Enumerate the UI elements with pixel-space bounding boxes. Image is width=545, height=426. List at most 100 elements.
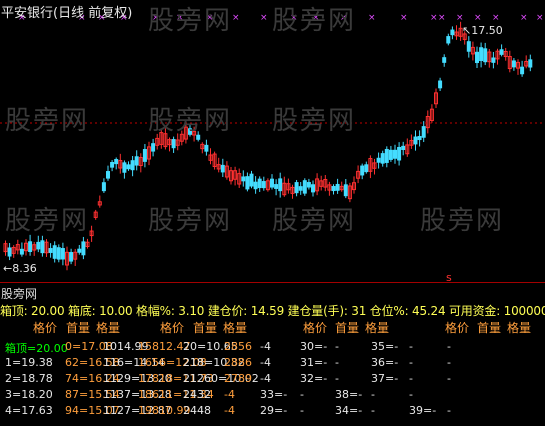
header-col-price-4: 格价 bbox=[445, 321, 470, 335]
table-cell: 30=- bbox=[300, 340, 328, 353]
watermark-9: 股旁网 bbox=[420, 206, 505, 236]
candle-body-63 bbox=[261, 181, 266, 189]
candlestick-chart[interactable]: × × × × × × × × × × × × × × × × × × × × × ↖17.50 ←8.36 s bbox=[0, 0, 545, 284]
cross-marker-14: × bbox=[430, 13, 438, 23]
candle-body-6 bbox=[28, 241, 33, 252]
candle-body-58 bbox=[241, 176, 246, 182]
cross-marker-16: × bbox=[456, 13, 464, 23]
candle-body-65 bbox=[270, 178, 274, 188]
cross-marker-20: × bbox=[536, 13, 544, 23]
header-col-qty-2: 格量 bbox=[223, 321, 248, 335]
table-cell: - bbox=[409, 372, 413, 385]
candle-body-60 bbox=[249, 173, 254, 187]
table-cell: 33=- bbox=[260, 388, 288, 401]
table-cell: 31=- bbox=[300, 356, 328, 369]
table-cell: - bbox=[447, 372, 451, 385]
table-cell: - bbox=[335, 372, 339, 385]
cross-marker-18: × bbox=[492, 13, 500, 23]
cross-marker-7: × bbox=[232, 13, 240, 23]
table-row: 2=18.78 74=16.24 1129=13.20 17818=11.73 2126… bbox=[0, 372, 545, 387]
table-cell: - bbox=[409, 340, 413, 353]
table-cell: -4 bbox=[260, 340, 271, 353]
candle-body-14 bbox=[60, 248, 65, 260]
signal-marker: s bbox=[446, 271, 452, 282]
candle-body-107 bbox=[442, 57, 447, 63]
kline-svg: × × × × × × × × × × × × × × × × × × × × ×↖17.50←8.36s bbox=[0, 13, 545, 284]
table-cell: - bbox=[447, 340, 451, 353]
candle-body-106 bbox=[438, 80, 443, 89]
candle-body-91 bbox=[376, 157, 381, 163]
row-label: 2=18.78 bbox=[5, 372, 53, 385]
candle-body-1 bbox=[7, 247, 12, 257]
candle-body-30 bbox=[126, 164, 131, 170]
watermark-4: 股旁网 bbox=[148, 106, 233, 136]
high-price-label: ↖17.50 bbox=[462, 24, 503, 37]
table-cell: - bbox=[409, 388, 413, 401]
table-row: 1=19.38 62=16.58 116=14.14 1656=12.08 218=10… bbox=[0, 356, 545, 371]
watermark-8: 股旁网 bbox=[272, 206, 357, 236]
candle-body-81 bbox=[335, 183, 340, 191]
candle-body-32 bbox=[134, 156, 139, 166]
panel-divider bbox=[0, 282, 545, 283]
header-col-firstqty-3: 首量 bbox=[335, 321, 360, 335]
table-cell: -4 bbox=[260, 372, 271, 385]
row-label: 箱顶=20.00 bbox=[5, 342, 68, 355]
header-col-qty-1: 格量 bbox=[96, 321, 121, 335]
candle-body-100 bbox=[413, 136, 418, 145]
table-cell: 2448 bbox=[183, 404, 211, 417]
row-label: 3=18.20 bbox=[5, 388, 53, 401]
candle-body-4 bbox=[19, 248, 24, 255]
table-cell: 37=- bbox=[371, 372, 399, 385]
indicator-name[interactable]: 股旁网 bbox=[1, 285, 37, 302]
candle-body-31 bbox=[130, 160, 135, 171]
candle-body-128 bbox=[528, 59, 533, 68]
watermark-3: 股旁网 bbox=[5, 106, 90, 136]
candle-body-119 bbox=[491, 57, 496, 63]
candle-body-41 bbox=[171, 139, 176, 149]
candle-body-97 bbox=[401, 145, 406, 151]
cross-marker-15: × bbox=[438, 13, 446, 23]
table-cell: - bbox=[300, 388, 304, 401]
candle-body-124 bbox=[511, 60, 516, 68]
table-cell: 2856 bbox=[224, 340, 252, 353]
candle-body-95 bbox=[393, 149, 397, 159]
candle-body-29 bbox=[122, 162, 127, 173]
table-cell: - bbox=[371, 388, 375, 401]
table-cell: - bbox=[447, 404, 451, 417]
header-col-qty-3: 格量 bbox=[365, 321, 390, 335]
candle-body-75 bbox=[311, 184, 315, 193]
candle-body-13 bbox=[56, 247, 61, 260]
candle-body-101 bbox=[417, 136, 422, 141]
candle-body-62 bbox=[257, 178, 262, 189]
candle-body-117 bbox=[483, 48, 488, 63]
indicator-params: 箱顶: 20.00 箱底: 10.00 格幅%: 3.10 建仓价: 14.59… bbox=[0, 304, 545, 318]
table-row: 4=17.63 94=15.07 1127=12.87 19810.99 2448 -4 2… bbox=[0, 404, 545, 419]
table-row: 3=18.20 87=15.54 1137=13.28 18611=11.34 2432… bbox=[0, 388, 545, 403]
candle-body-116 bbox=[479, 47, 484, 62]
row-label: 1=19.38 bbox=[5, 356, 53, 369]
candle-body-108 bbox=[446, 36, 451, 44]
candle-body-49 bbox=[204, 144, 209, 152]
table-cell: - bbox=[300, 404, 304, 417]
candle-body-102 bbox=[421, 126, 426, 138]
header-col-price-3: 格价 bbox=[303, 321, 328, 335]
cross-marker-19: × bbox=[520, 13, 528, 23]
candle-body-67 bbox=[278, 178, 283, 192]
table-cell: 39=- bbox=[409, 404, 437, 417]
candle-body-34 bbox=[142, 149, 147, 162]
candle-body-92 bbox=[380, 153, 385, 164]
candle-body-18 bbox=[77, 248, 82, 253]
candle-body-80 bbox=[331, 186, 336, 192]
header-col-firstqty-2: 首量 bbox=[193, 321, 218, 335]
candle-body-96 bbox=[397, 146, 402, 161]
header-col-qty-4: 格量 bbox=[507, 321, 532, 335]
low-price-label: ←8.36 bbox=[3, 262, 37, 275]
candle-body-16 bbox=[69, 252, 74, 262]
table-cell: - bbox=[409, 356, 413, 369]
table-cell: - bbox=[371, 404, 375, 417]
candle-body-59 bbox=[245, 176, 250, 190]
header-col-price-2: 格价 bbox=[160, 321, 185, 335]
candle-body-66 bbox=[274, 184, 279, 189]
table-cell: 35=- bbox=[371, 340, 399, 353]
table-cell: -4 bbox=[224, 388, 235, 401]
